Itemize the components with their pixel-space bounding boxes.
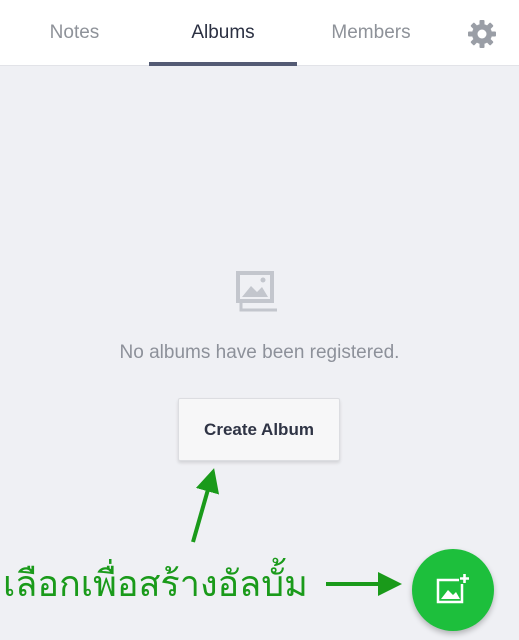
image-stack-icon <box>233 268 285 316</box>
add-album-fab[interactable] <box>412 549 494 631</box>
active-tab-indicator <box>149 62 297 66</box>
tab-albums[interactable]: Albums <box>149 0 297 66</box>
tab-members[interactable]: Members <box>297 0 445 66</box>
gear-icon[interactable] <box>466 18 498 50</box>
add-photo-icon <box>436 573 470 604</box>
tab-bar: Notes Albums Members <box>0 0 519 66</box>
empty-state-message: No albums have been registered. <box>119 342 400 363</box>
create-album-button[interactable]: Create Album <box>178 398 340 461</box>
arrow-to-create-button <box>191 468 220 543</box>
tab-notes[interactable]: Notes <box>0 0 149 66</box>
annotation-text: เลือกเพื่อสร้างอัลบั้ม <box>3 564 308 605</box>
annotation-arrows <box>191 468 402 596</box>
